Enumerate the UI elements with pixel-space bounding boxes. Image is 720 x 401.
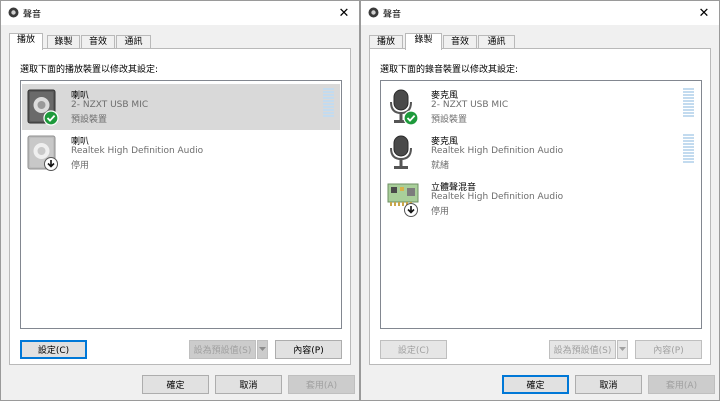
sound-dialog-recording: 聲音 ✕ 播放 錄製 音效 通訊 選取下面的錄音裝置以修改其設定: 麥克風 2-… xyxy=(360,0,720,401)
sound-dialog-playback: 聲音 ✕ 播放 錄製 音效 通訊 選取下面的播放裝置以修改其設定: 喇叭 2- … xyxy=(0,0,360,401)
configure-button[interactable]: 設定(C) xyxy=(20,340,87,359)
device-item[interactable]: 麥克風 2- NZXT USB MIC 預設裝置 xyxy=(382,84,700,130)
set-default-dropdown[interactable] xyxy=(257,340,268,359)
close-icon[interactable]: ✕ xyxy=(689,1,719,25)
apply-button[interactable]: 套用(A) xyxy=(288,375,355,394)
tab-playback[interactable]: 播放 xyxy=(9,33,43,50)
device-item[interactable]: 喇叭 Realtek High Definition Audio 停用 xyxy=(22,130,340,176)
cancel-button[interactable]: 取消 xyxy=(575,375,642,394)
properties-button[interactable]: 內容(P) xyxy=(635,340,702,359)
tab-panel: 選取下面的播放裝置以修改其設定: 喇叭 2- NZXT USB MIC 預設裝置 xyxy=(9,48,351,365)
configure-button[interactable]: 設定(C) xyxy=(380,340,447,359)
device-description: 2- NZXT USB MIC xyxy=(431,100,509,110)
level-meter xyxy=(323,88,334,117)
device-item[interactable]: 喇叭 2- NZXT USB MIC 預設裝置 xyxy=(22,84,340,130)
device-description: Realtek High Definition Audio xyxy=(71,146,204,156)
tab-communications[interactable]: 通訊 xyxy=(116,35,151,49)
microphone-icon xyxy=(390,135,412,169)
level-meter xyxy=(683,134,694,163)
microphone-icon xyxy=(390,89,419,126)
device-list[interactable]: 喇叭 2- NZXT USB MIC 預設裝置 喇叭 Realtek High … xyxy=(20,80,342,329)
tab-sounds[interactable]: 音效 xyxy=(81,35,115,49)
level-meter xyxy=(683,88,694,117)
close-icon[interactable]: ✕ xyxy=(329,1,359,25)
tab-recording[interactable]: 錄製 xyxy=(47,35,80,49)
apply-button[interactable]: 套用(A) xyxy=(648,375,715,394)
speaker-app-icon xyxy=(368,7,379,18)
chevron-down-icon xyxy=(619,347,626,351)
tab-sounds[interactable]: 音效 xyxy=(443,35,477,49)
default-check-icon xyxy=(403,110,419,126)
speaker-icon xyxy=(27,89,59,126)
device-status: 停用 xyxy=(431,207,450,217)
speaker-app-icon xyxy=(8,7,19,18)
device-status: 就緒 xyxy=(431,161,450,171)
window-title: 聲音 xyxy=(383,10,402,20)
cancel-button[interactable]: 取消 xyxy=(215,375,282,394)
instruction-label: 選取下面的錄音裝置以修改其設定: xyxy=(380,65,519,75)
instruction-label: 選取下面的播放裝置以修改其設定: xyxy=(20,65,159,75)
title-bar: 聲音 ✕ xyxy=(361,1,719,25)
device-status: 預設裝置 xyxy=(71,115,108,125)
tab-playback[interactable]: 播放 xyxy=(369,35,403,49)
device-status: 預設裝置 xyxy=(431,115,468,125)
tab-communications[interactable]: 通訊 xyxy=(478,35,515,49)
device-item[interactable]: 麥克風 Realtek High Definition Audio 就緒 xyxy=(382,130,700,176)
ok-button[interactable]: 確定 xyxy=(502,375,569,394)
ok-button[interactable]: 確定 xyxy=(142,375,209,394)
window-title: 聲音 xyxy=(23,10,42,20)
properties-button[interactable]: 內容(P) xyxy=(275,340,342,359)
device-description: 2- NZXT USB MIC xyxy=(71,100,149,110)
chevron-down-icon xyxy=(259,347,266,351)
tab-panel: 選取下面的錄音裝置以修改其設定: 麥克風 2- NZXT USB MIC 預設裝… xyxy=(369,48,711,365)
device-description: Realtek High Definition Audio xyxy=(431,146,564,156)
device-description: Realtek High Definition Audio xyxy=(431,192,564,202)
title-bar: 聲音 ✕ xyxy=(1,1,359,25)
sound-card-icon xyxy=(387,183,419,217)
tab-recording[interactable]: 錄製 xyxy=(405,33,442,50)
default-check-icon xyxy=(43,110,59,126)
speaker-icon xyxy=(27,135,58,171)
device-item[interactable]: 立體聲混音 Realtek High Definition Audio 停用 xyxy=(382,176,700,222)
set-default-button[interactable]: 設為預設值(S) xyxy=(189,340,256,359)
device-status: 停用 xyxy=(71,161,90,171)
device-list[interactable]: 麥克風 2- NZXT USB MIC 預設裝置 麥克風 Realtek Hig… xyxy=(380,80,702,329)
set-default-button[interactable]: 設為預設值(S) xyxy=(549,340,616,359)
set-default-dropdown[interactable] xyxy=(617,340,628,359)
